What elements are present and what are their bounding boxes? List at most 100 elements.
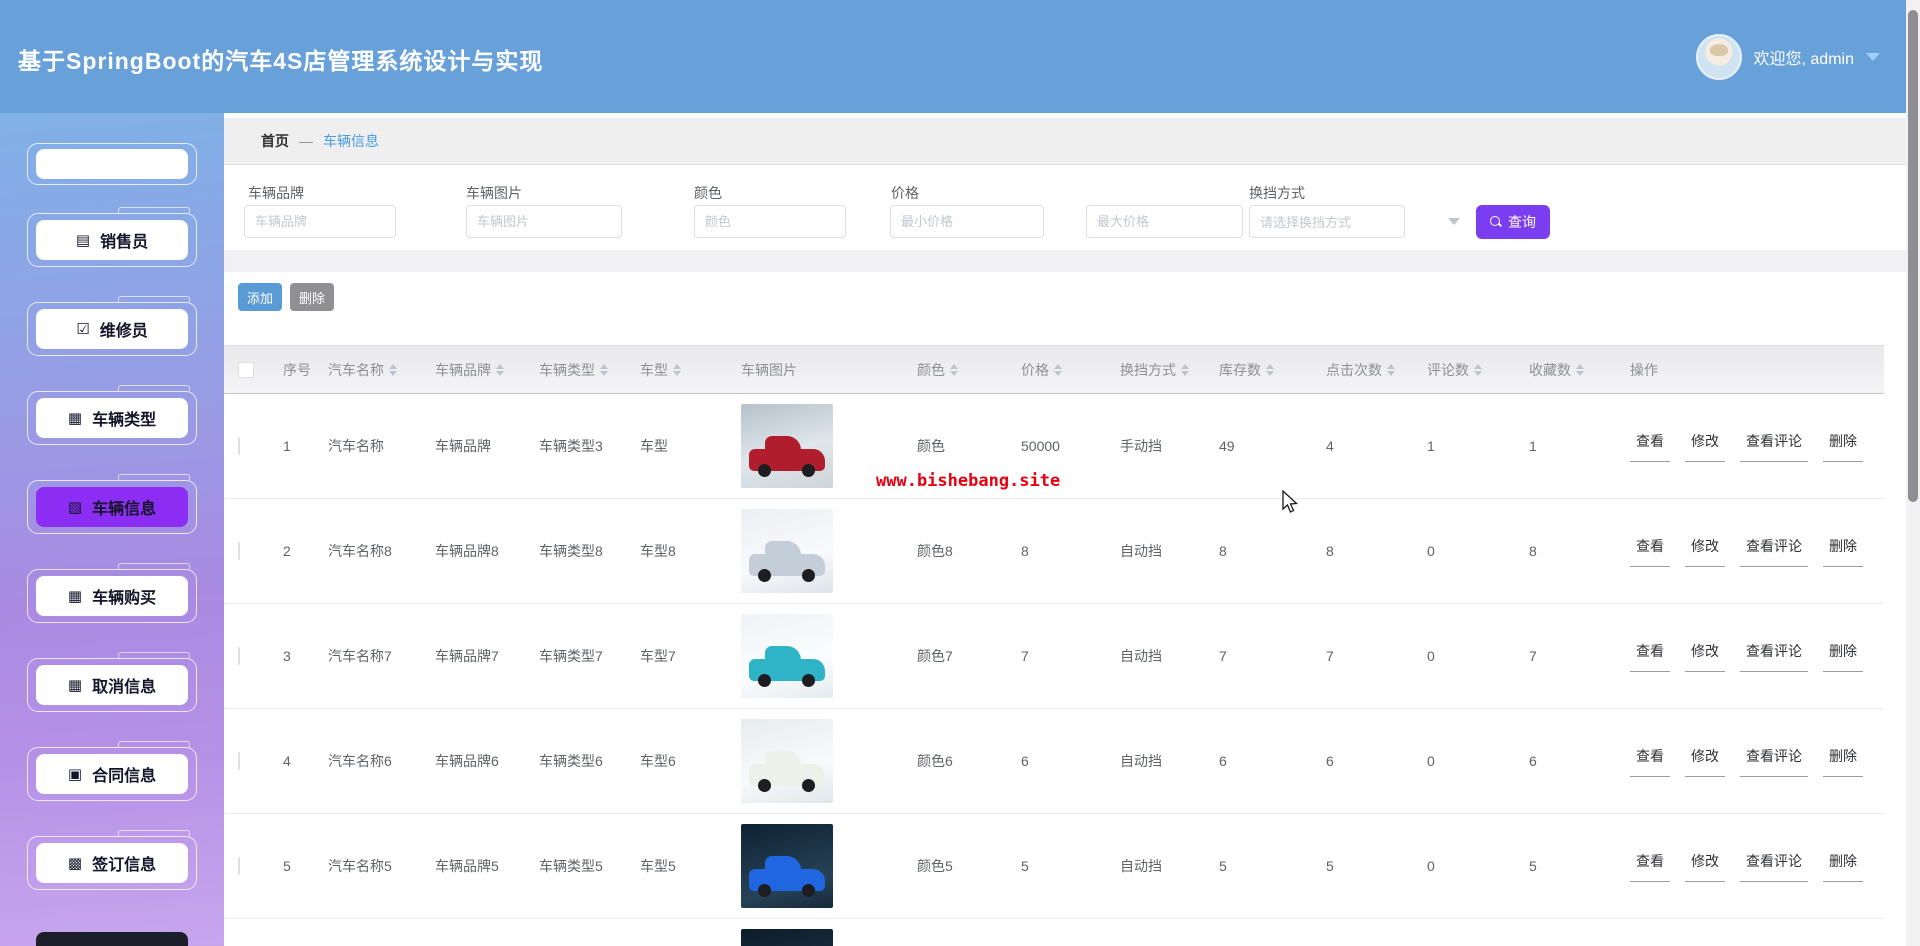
action-view-button[interactable]: 查看 bbox=[1630, 536, 1670, 567]
cell-gear: 自动挡 bbox=[1120, 648, 1162, 664]
chevron-down-icon[interactable] bbox=[1866, 53, 1880, 61]
column-header-favs[interactable]: 收藏数 bbox=[1529, 360, 1630, 380]
watermark-text: www.bishebang.site bbox=[876, 471, 1061, 491]
action-delete-button[interactable]: 删除 bbox=[1823, 641, 1863, 672]
action-delete-button[interactable]: 删除 bbox=[1823, 851, 1863, 882]
filter-brand-label: 车辆品牌 bbox=[248, 185, 304, 201]
row-checkbox[interactable] bbox=[238, 752, 240, 770]
action-view-button[interactable]: 查看 bbox=[1630, 641, 1670, 672]
car-image[interactable] bbox=[741, 614, 833, 698]
action-view-button[interactable]: 查看 bbox=[1630, 431, 1670, 462]
column-header-comments[interactable]: 评论数 bbox=[1427, 360, 1529, 380]
row-checkbox[interactable] bbox=[238, 647, 240, 665]
column-header-model[interactable]: 车型 bbox=[640, 360, 741, 380]
action-edit-button[interactable]: 修改 bbox=[1685, 536, 1725, 567]
car-image[interactable] bbox=[741, 509, 833, 593]
sort-caret-icon[interactable] bbox=[1474, 363, 1482, 376]
welcome-text: 欢迎您, admin bbox=[1753, 51, 1854, 68]
sidebar-item-label: 车辆购买 bbox=[92, 590, 157, 607]
column-header-type[interactable]: 车辆类型 bbox=[539, 360, 640, 380]
action-comments-button[interactable]: 查看评论 bbox=[1740, 641, 1808, 672]
cell-comments: 1 bbox=[1427, 438, 1435, 454]
column-header-color[interactable]: 颜色 bbox=[917, 360, 1021, 380]
sidebar-item-sign-info[interactable]: ▩ 签订信息 bbox=[27, 830, 197, 890]
cell-index: 2 bbox=[283, 543, 291, 559]
monitor-icon: ▣ bbox=[67, 765, 83, 783]
sidebar-item-vehicle-type[interactable]: ▦ 车辆类型 bbox=[27, 385, 197, 445]
select-all-checkbox[interactable] bbox=[238, 361, 254, 378]
cell-clicks: 5 bbox=[1326, 858, 1334, 874]
row-checkbox[interactable] bbox=[238, 437, 240, 455]
sort-caret-icon[interactable] bbox=[1181, 363, 1189, 376]
car-image[interactable] bbox=[741, 719, 833, 803]
cell-name: 汽车名称5 bbox=[328, 858, 392, 874]
filter-gear-select[interactable]: 请选择换挡方式 bbox=[1249, 205, 1405, 238]
sort-caret-icon[interactable] bbox=[389, 363, 397, 376]
sidebar-item-contract-info[interactable]: ▣ 合同信息 bbox=[27, 741, 197, 801]
filter-color-input[interactable] bbox=[694, 205, 846, 238]
cell-actions: 查看 修改 查看评论 删除 bbox=[1630, 536, 1863, 567]
breadcrumb-home[interactable]: 首页 bbox=[261, 131, 289, 151]
action-edit-button[interactable]: 修改 bbox=[1685, 851, 1725, 882]
column-header-clicks[interactable]: 点击次数 bbox=[1326, 360, 1427, 380]
select-chevron-down-icon[interactable] bbox=[1448, 218, 1460, 225]
car-image[interactable] bbox=[741, 824, 833, 908]
action-view-button[interactable]: 查看 bbox=[1630, 746, 1670, 777]
row-checkbox[interactable] bbox=[238, 857, 240, 875]
grid-icon: ▦ bbox=[67, 676, 83, 694]
action-view-button[interactable]: 查看 bbox=[1630, 851, 1670, 882]
action-delete-button[interactable]: 删除 bbox=[1823, 431, 1863, 462]
delete-button[interactable]: 删除 bbox=[290, 283, 334, 311]
avatar[interactable] bbox=[1695, 34, 1742, 80]
column-header-stock[interactable]: 库存数 bbox=[1219, 360, 1326, 380]
sort-caret-icon[interactable] bbox=[600, 363, 608, 376]
column-header-name[interactable]: 汽车名称 bbox=[328, 360, 435, 380]
sort-caret-icon[interactable] bbox=[950, 363, 958, 376]
row-checkbox[interactable] bbox=[238, 542, 240, 560]
column-header-price[interactable]: 价格 bbox=[1021, 360, 1120, 380]
breadcrumb-current[interactable]: 车辆信息 bbox=[323, 131, 379, 151]
sort-caret-icon[interactable] bbox=[1576, 363, 1584, 376]
filter-price-max-input[interactable] bbox=[1086, 205, 1243, 238]
sort-caret-icon[interactable] bbox=[673, 363, 681, 376]
user-menu[interactable]: 欢迎您, admin bbox=[1695, 34, 1880, 80]
car-silhouette bbox=[749, 646, 825, 687]
filter-image-input[interactable] bbox=[466, 205, 622, 238]
sidebar-item-vehicle-info[interactable]: ▧ 车辆信息 bbox=[27, 474, 197, 534]
column-header-gear[interactable]: 换挡方式 bbox=[1120, 360, 1219, 380]
search-button[interactable]: 查询 bbox=[1476, 205, 1550, 239]
filter-brand-input[interactable] bbox=[244, 205, 396, 238]
sort-caret-icon[interactable] bbox=[1266, 363, 1274, 376]
sort-caret-icon[interactable] bbox=[496, 363, 504, 376]
sidebar-item-cancel-info[interactable]: ▦ 取消信息 bbox=[27, 652, 197, 712]
sidebar-item-vehicle-purchase[interactable]: ▦ 车辆购买 bbox=[27, 563, 197, 623]
filter-gear-select-placeholder: 请选择换挡方式 bbox=[1260, 215, 1352, 230]
page-scrollbar[interactable] bbox=[1906, 0, 1920, 946]
car-image[interactable] bbox=[741, 929, 833, 946]
add-button[interactable]: 添加 bbox=[238, 283, 282, 311]
action-delete-button[interactable]: 删除 bbox=[1823, 536, 1863, 567]
action-comments-button[interactable]: 查看评论 bbox=[1740, 746, 1808, 777]
action-delete-button[interactable]: 删除 bbox=[1823, 746, 1863, 777]
sidebar-item-partial-bottom[interactable] bbox=[36, 932, 188, 946]
top-header-bar: 基于SpringBoot的汽车4S店管理系统设计与实现 欢迎您, admin bbox=[0, 0, 1920, 113]
sidebar-item-repairman[interactable]: ☑ 维修员 bbox=[27, 296, 197, 356]
table-row: 4 汽车名称6 车辆品牌6 车辆类型6 车型6 颜色6 6 自动挡 6 6 0 … bbox=[224, 709, 1884, 814]
sidebar-item-salesperson[interactable]: ▤ 销售员 bbox=[27, 207, 197, 267]
action-comments-button[interactable]: 查看评论 bbox=[1740, 431, 1808, 462]
action-edit-button[interactable]: 修改 bbox=[1685, 746, 1725, 777]
filter-price-min-input[interactable] bbox=[890, 205, 1044, 238]
cell-price: 6 bbox=[1021, 753, 1029, 769]
cell-index: 4 bbox=[283, 753, 291, 769]
action-edit-button[interactable]: 修改 bbox=[1685, 431, 1725, 462]
action-comments-button[interactable]: 查看评论 bbox=[1740, 851, 1808, 882]
action-comments-button[interactable]: 查看评论 bbox=[1740, 536, 1808, 567]
sidebar-item-partial-top[interactable] bbox=[27, 143, 197, 185]
action-edit-button[interactable]: 修改 bbox=[1685, 641, 1725, 672]
scrollbar-thumb[interactable] bbox=[1908, 10, 1918, 502]
column-header-brand[interactable]: 车辆品牌 bbox=[435, 360, 539, 380]
car-image[interactable] bbox=[741, 404, 833, 488]
sort-caret-icon[interactable] bbox=[1387, 363, 1395, 376]
sort-caret-icon[interactable] bbox=[1054, 363, 1062, 376]
cell-type: 车辆类型8 bbox=[539, 543, 603, 559]
